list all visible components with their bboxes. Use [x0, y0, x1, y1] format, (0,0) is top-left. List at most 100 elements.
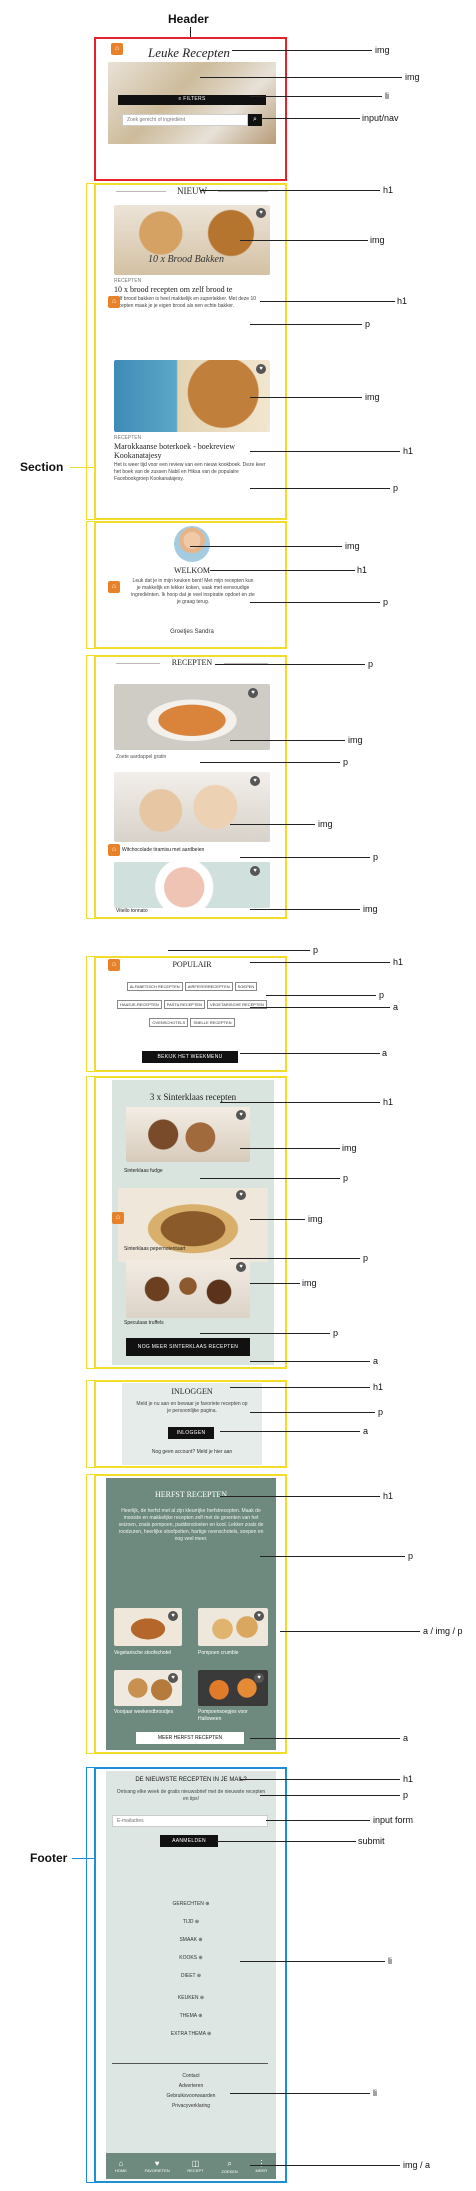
tag-link[interactable]: SNELLE RECEPTEN [190, 1018, 235, 1027]
site-logo[interactable]: Leuke Recepten [148, 45, 230, 61]
annotation-line [260, 301, 395, 302]
annotation-a: a [373, 1356, 379, 1366]
register-link[interactable]: Nog geen account? Meld je hier aan [122, 1449, 262, 1456]
annotation-line [200, 1178, 340, 1179]
footer-menu-item[interactable]: THEMA ⊕ [106, 2013, 276, 2019]
recipe-title[interactable]: Vitello tonnato [116, 908, 148, 915]
recipe-title[interactable]: Zoete aardappel gratin [116, 754, 166, 761]
recipe-title[interactable]: Sinterklaas fudge [124, 1168, 163, 1175]
tag-link[interactable]: PASTA RECEPTEN [163, 1000, 205, 1009]
annotation-h1: h1 [383, 185, 394, 195]
card-title[interactable]: Marokkaanse boterkoek - boekreview Kooka… [114, 442, 254, 460]
home-icon: ⌂ [118, 2159, 124, 2168]
nav-home[interactable]: ⌂ HOME [115, 2159, 127, 2173]
favorite-heart-icon[interactable]: ♥ [168, 1673, 178, 1683]
recipe-title[interactable]: Speculaas truffels [124, 1320, 164, 1327]
newsletter-submit-button[interactable]: AANMELDEN [160, 1835, 218, 1847]
annotation-p: p [383, 597, 389, 607]
orange-badge-icon[interactable]: ⌂ [108, 296, 120, 308]
recipe-title[interactable]: Pompoensoepjes voor Halloween [198, 1709, 272, 1723]
search-field[interactable]: Zoek gerecht of ingrediënt [122, 114, 248, 126]
footer-menu-item[interactable]: GERECHTEN ⊕ [106, 1901, 276, 1907]
nav-label: ZOEKEN [221, 2168, 238, 2174]
favorite-heart-icon[interactable]: ♥ [168, 1611, 178, 1621]
card-title[interactable]: 10 x brood recepten om zelf brood te [114, 285, 274, 294]
nav-zoeken[interactable]: ⌕ ZOEKEN [221, 2159, 237, 2174]
favorite-heart-icon[interactable]: ♥ [254, 1673, 264, 1683]
orange-badge-icon[interactable]: ⌂ [108, 844, 120, 856]
section-recepten: RECEPTEN ♥ Zoete aardappel gratin ♥ ⌂ Wi… [108, 658, 276, 916]
plus-icon: ⊕ [207, 2031, 212, 2037]
tag-link[interactable]: AIRFRYERRECEPTEN [184, 982, 233, 991]
email-input[interactable]: E-mailadres [112, 1815, 268, 1827]
footer-link[interactable]: Gebruiksvoorwaarden [106, 2093, 276, 2100]
recipe-title[interactable]: Sinterklaas pepernotentaart [124, 1246, 185, 1253]
author-avatar [174, 526, 210, 562]
footer-menu-item[interactable]: DIEET ⊕ [106, 1973, 276, 1979]
annotation-line [230, 824, 315, 825]
annotation-p: p [313, 945, 319, 955]
nav-recept[interactable]: ◫ RECEPT [187, 2159, 203, 2173]
footer-menu-label: DIEET [180, 1973, 196, 1979]
section-bracket [86, 1474, 94, 1754]
search-icon: ⌕ [253, 116, 257, 123]
more-icon: ⋮ [257, 2159, 266, 2168]
weekmenu-button[interactable]: BEKIJK HET WEEKMENU [142, 1051, 238, 1063]
annotation-p: p [378, 1407, 384, 1417]
tag-link[interactable]: HAASJE-RECEPTEN [117, 1000, 162, 1009]
orange-badge-icon[interactable]: ⌂ [108, 581, 120, 593]
favorite-heart-icon[interactable]: ♥ [254, 1611, 264, 1621]
footer-menu-item[interactable]: EXTRA THEMA ⊕ [106, 2031, 276, 2037]
favorite-heart-icon[interactable]: ♥ [256, 364, 266, 374]
annotation-h1: h1 [383, 1097, 394, 1107]
footer-link[interactable]: Privacyverklaring [106, 2103, 276, 2110]
recipe-title[interactable]: Voorjaar weekendbroodjes [114, 1709, 182, 1716]
fudge-image[interactable] [126, 1107, 250, 1162]
favorite-heart-icon[interactable]: ♥ [250, 866, 260, 876]
favorite-heart-icon[interactable]: ♥ [236, 1110, 246, 1120]
boterkoek-image[interactable] [114, 360, 270, 432]
filters-button[interactable]: ≡ FILTERS [118, 95, 266, 105]
nav-meer[interactable]: ⋮ MEER [256, 2159, 268, 2173]
more-sinterklaas-button[interactable]: NOG MEER SINTERKLAAS RECEPTEN [126, 1338, 250, 1356]
vitello-image[interactable] [114, 862, 270, 908]
tag-link[interactable]: OVENSCHOTELS [149, 1018, 189, 1027]
favorite-heart-icon[interactable]: ♥ [256, 208, 266, 218]
annotation-a: a [403, 1733, 409, 1743]
home-icon[interactable]: ⌂ [111, 43, 123, 55]
recipe-title[interactable]: Pompoen crumble [198, 1650, 268, 1657]
nav-favorieten[interactable]: ♥ FAVORIETEN [145, 2159, 170, 2173]
orange-badge-icon[interactable]: ⌂ [112, 1212, 124, 1224]
favorite-heart-icon[interactable]: ♥ [236, 1262, 246, 1272]
annotation-line [240, 1779, 400, 1780]
herfst-title: HERFST RECEPTEN [154, 1490, 228, 1499]
tag-link[interactable]: ALFABETISCH RECEPTEN [126, 982, 183, 991]
footer-menu-item[interactable]: TIJD ⊕ [106, 1919, 276, 1925]
plus-icon: ⊕ [198, 1955, 203, 1961]
annotation-input-form: input form [373, 1815, 414, 1825]
annotation-line [280, 1631, 420, 1632]
sinterklaas-title: 3 x Sinterklaas recepten [149, 1092, 237, 1102]
recipe-title[interactable]: Vegetarische stoofschotel [114, 1650, 182, 1657]
tiramisu-image[interactable] [114, 772, 270, 842]
favorite-heart-icon[interactable]: ♥ [236, 1190, 246, 1200]
favorite-heart-icon[interactable]: ♥ [250, 776, 260, 786]
login-button[interactable]: INLOGGEN [168, 1427, 214, 1439]
annotation-line [250, 1219, 305, 1220]
annotation-img: img [308, 1214, 323, 1224]
favorite-heart-icon[interactable]: ♥ [248, 688, 258, 698]
speculaas-truffels-image[interactable] [126, 1260, 250, 1318]
footer-link[interactable]: Adverteren [106, 2083, 276, 2090]
footer-menu-item[interactable]: KEUKEN ⊕ [106, 1995, 276, 2001]
annotation-line [168, 950, 310, 951]
footer-menu-label: THEMA [179, 2013, 197, 2019]
footer-link[interactable]: Contact [106, 2073, 276, 2080]
footer-menu-item[interactable]: SMAAK ⊕ [106, 1937, 276, 1943]
recipe-title[interactable]: Witchocolade tiramisu met aardbeien [122, 847, 204, 854]
plus-icon: ⊕ [199, 1995, 205, 2001]
tag-link[interactable]: SOEPEN [234, 982, 258, 991]
search-placeholder: Zoek gerecht of ingrediënt [127, 117, 186, 123]
search-button[interactable]: ⌕ [248, 114, 262, 126]
annotation-p: p [368, 659, 374, 669]
more-herfst-button[interactable]: MEER HERFST RECEPTEN [136, 1732, 244, 1744]
